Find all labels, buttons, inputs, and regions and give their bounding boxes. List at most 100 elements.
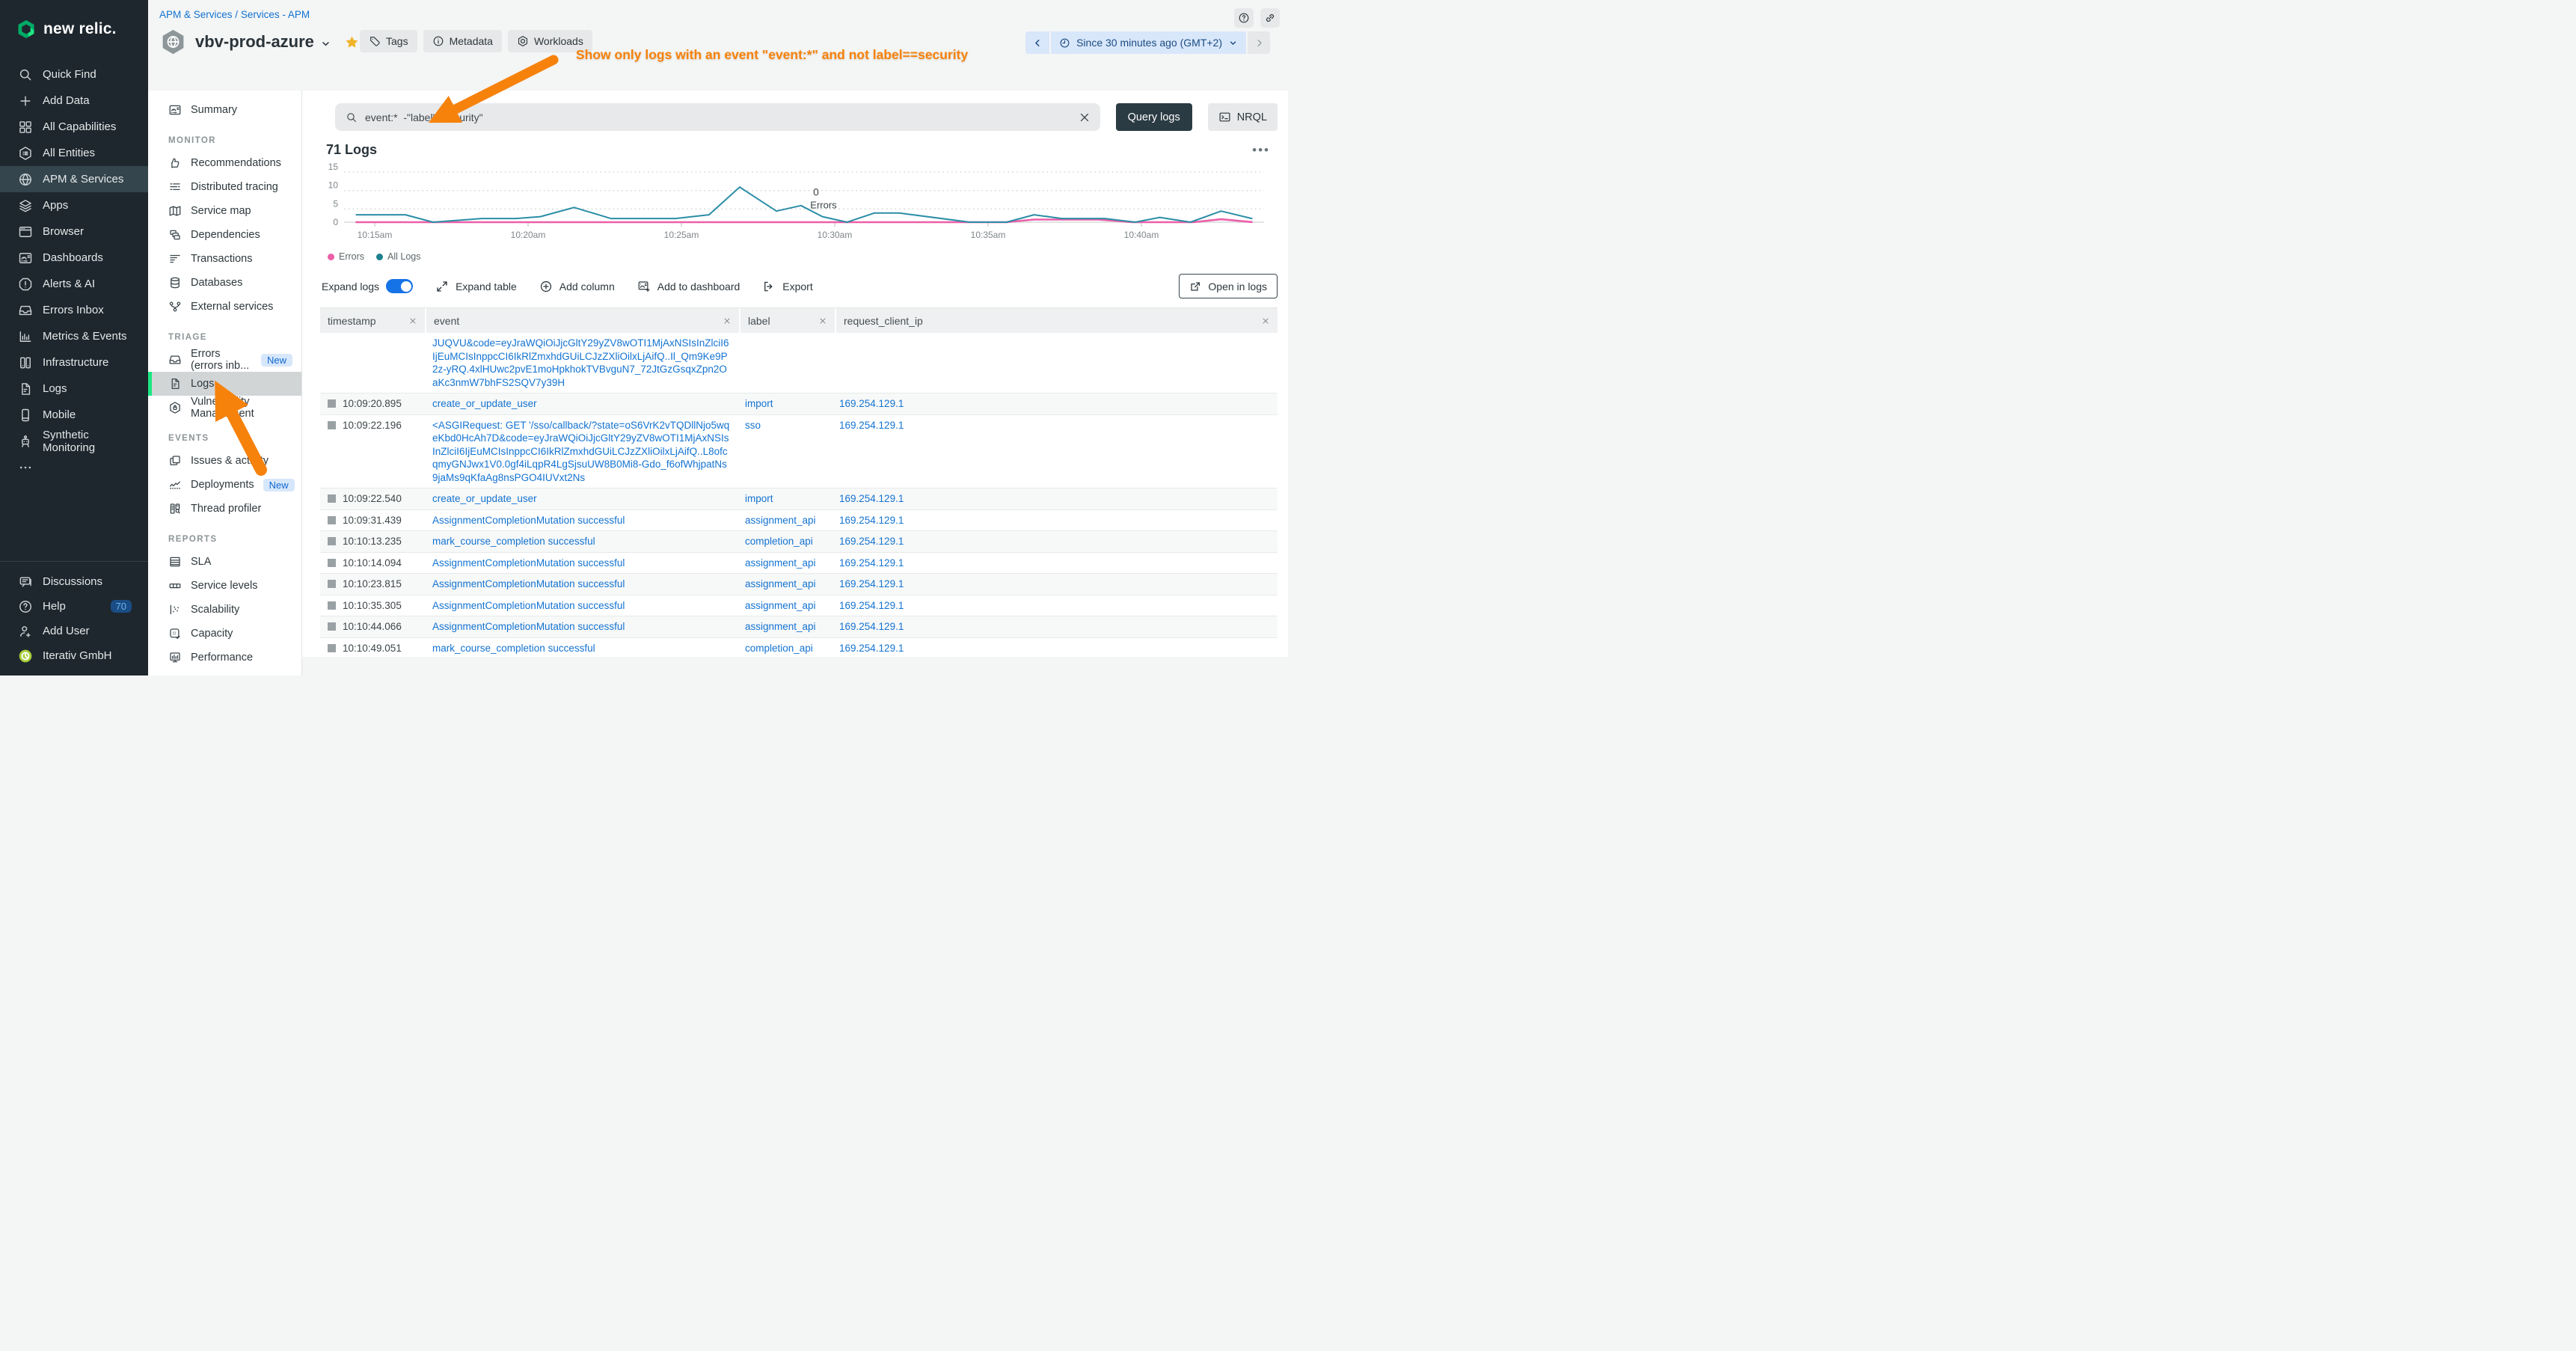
legend-errors[interactable]: Errors [328,251,364,262]
label-link[interactable]: sso [745,419,824,432]
log-query-input[interactable] [365,111,1070,123]
subnav-item-service-levels[interactable]: Service levels [148,574,301,598]
ip-link[interactable]: 169.254.129.1 [839,492,1270,506]
row-select-square[interactable] [328,622,336,631]
ip-link[interactable]: 169.254.129.1 [839,514,1270,527]
ip-link[interactable]: 169.254.129.1 [839,397,1270,411]
sidebar-item-mobile[interactable]: Mobile [0,402,148,428]
expand-table-button[interactable]: Expand table [435,280,517,293]
subnav-item-scalability[interactable]: Scalability [148,598,301,622]
ip-link[interactable]: 169.254.129.1 [839,599,1270,613]
subnav-item-deployments[interactable]: DeploymentsNew [148,473,301,497]
event-link[interactable]: AssignmentCompletionMutation successful [432,578,730,591]
subnav-item-sla[interactable]: SLA [148,550,301,574]
sidebar-footer-add-user[interactable]: Add User [0,619,148,643]
event-link[interactable]: AssignmentCompletionMutation successful [432,599,730,613]
subnav-item-service-map[interactable]: Service map [148,199,301,223]
sidebar-item-infrastructure[interactable]: Infrastructure [0,349,148,376]
subnav-item-external-services[interactable]: External services [148,295,301,319]
sidebar-item-logs[interactable]: Logs [0,376,148,402]
sidebar-item-alerts-ai[interactable]: Alerts & AI [0,271,148,297]
sidebar-item-all-entities[interactable]: All Entities [0,140,148,166]
title-chevron-down-icon[interactable] [320,38,331,49]
table-row[interactable]: JUQVU&code=eyJraWQiOiJjcGltY29yZV8wOTI1M… [320,333,1278,393]
table-row[interactable]: 10:10:13.235mark_course_completion succe… [320,531,1278,553]
query-logs-button[interactable]: Query logs [1116,103,1192,131]
table-row[interactable]: 10:10:35.305AssignmentCompletionMutation… [320,595,1278,617]
table-row[interactable]: 10:10:23.815AssignmentCompletionMutation… [320,574,1278,595]
sidebar-item-quick-find[interactable]: Quick Find [0,61,148,88]
row-select-square[interactable] [328,601,336,610]
table-row[interactable]: 10:09:22.540create_or_update_userimport1… [320,488,1278,510]
time-picker-dropdown[interactable]: Since 30 minutes ago (GMT+2) [1051,31,1246,54]
event-link[interactable]: JUQVU&code=eyJraWQiOiJjcGltY29yZV8wOTI1M… [432,337,730,389]
ip-link[interactable]: 169.254.129.1 [839,535,1270,548]
breadcrumb-services-apm[interactable]: Services - APM [241,9,310,20]
subnav-item-thread-profiler[interactable]: Thread profiler [148,497,301,521]
ip-link[interactable]: 169.254.129.1 [839,620,1270,634]
logs-card-menu[interactable]: ••• [1252,147,1270,154]
event-link[interactable]: create_or_update_user [432,397,730,411]
subnav-item-summary[interactable]: Summary [148,98,301,122]
ip-link[interactable]: 169.254.129.1 [839,642,1270,655]
sidebar-item-all-capabilities[interactable]: All Capabilities [0,114,148,140]
nrql-button[interactable]: NRQL [1208,103,1278,131]
open-in-logs-button[interactable]: Open in logs [1179,274,1278,298]
clear-query-button[interactable] [1078,111,1091,124]
sidebar-item-dashboards[interactable]: Dashboards [0,245,148,271]
favorite-star-icon[interactable] [344,34,360,50]
remove-column-icon[interactable] [408,316,417,325]
subnav-item-issues-activity[interactable]: Issues & activity [148,449,301,473]
sidebar-item-browser[interactable]: Browser [0,218,148,245]
column-header-timestamp[interactable]: timestamp [320,308,425,333]
label-link[interactable]: assignment_api [745,557,824,570]
expand-logs-toggle[interactable]: Expand logs [322,279,413,293]
event-link[interactable]: AssignmentCompletionMutation successful [432,514,730,527]
remove-column-icon[interactable] [723,316,732,325]
ip-link[interactable]: 169.254.129.1 [839,578,1270,591]
subnav-item-dependencies[interactable]: Dependencies [148,223,301,247]
table-row[interactable]: 10:09:22.196<ASGIRequest: GET '/sso/call… [320,415,1278,489]
subnav-item-capacity[interactable]: Capacity [148,622,301,646]
label-link[interactable]: assignment_api [745,599,824,613]
sidebar-item-errors-inbox[interactable]: Errors Inbox [0,297,148,323]
event-link[interactable]: create_or_update_user [432,492,730,506]
tags-button[interactable]: Tags [360,30,417,52]
sidebar-footer-help[interactable]: Help70 [0,594,148,619]
sidebar-footer-discussions[interactable]: Discussions [0,569,148,594]
ip-link[interactable]: 169.254.129.1 [839,419,1270,432]
table-row[interactable]: 10:09:20.895create_or_update_userimport1… [320,393,1278,415]
help-button[interactable] [1234,8,1254,28]
table-row[interactable]: 10:10:44.066AssignmentCompletionMutation… [320,616,1278,638]
breadcrumb-apm-services[interactable]: APM & Services [159,9,233,20]
row-select-square[interactable] [328,421,336,429]
event-link[interactable]: AssignmentCompletionMutation successful [432,557,730,570]
subnav-item-vulnerability-management[interactable]: Vulnerability Management [148,396,301,420]
time-picker-prev[interactable] [1025,31,1049,54]
sidebar-item-metrics-events[interactable]: Metrics & Events [0,323,148,349]
row-select-square[interactable] [328,516,336,524]
add-to-dashboard-button[interactable]: Add to dashboard [637,280,740,293]
subnav-item-errors-errors-inb[interactable]: Errors (errors inb...New [148,348,301,372]
row-select-square[interactable] [328,537,336,545]
sidebar-item-synthetic-monitoring[interactable]: Synthetic Monitoring [0,428,148,454]
copy-link-button[interactable] [1260,8,1280,28]
row-select-square[interactable] [328,580,336,588]
sidebar-item-apm-services[interactable]: APM & Services [0,166,148,192]
subnav-item-logs[interactable]: Logs [148,372,301,396]
newrelic-logo[interactable]: new relic. [0,0,148,45]
toggle-on-icon[interactable] [386,279,413,293]
label-link[interactable]: import [745,397,824,411]
sidebar-footer-iterativ-gmbh[interactable]: Iterativ GmbH [0,643,148,668]
subnav-item-recommendations[interactable]: Recommendations [148,151,301,175]
column-header-event[interactable]: event [426,308,739,333]
event-link[interactable]: <ASGIRequest: GET '/sso/callback/?state=… [432,419,730,485]
time-picker-next[interactable] [1248,31,1270,54]
subnav-item-distributed-tracing[interactable]: Distributed tracing [148,175,301,199]
export-button[interactable]: Export [762,280,812,293]
subnav-item-transactions[interactable]: Transactions [148,247,301,271]
logs-timeseries-chart[interactable]: 05101510:15am10:20am10:25am10:30am10:35a… [322,162,1278,245]
legend-all-logs[interactable]: All Logs [376,251,420,262]
remove-column-icon[interactable] [1261,316,1270,325]
row-select-square[interactable] [328,494,336,503]
